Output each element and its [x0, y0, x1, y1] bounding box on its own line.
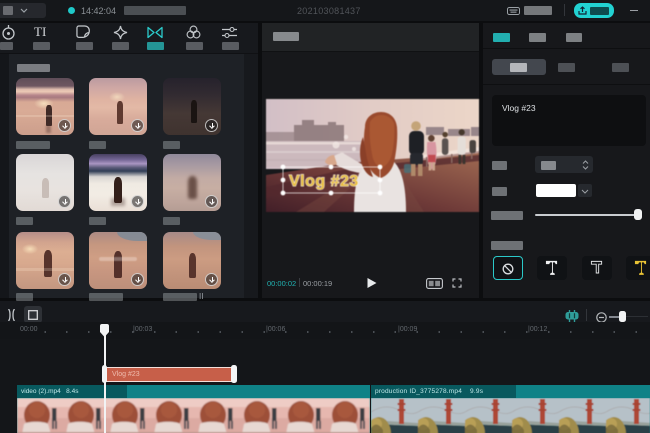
svg-text:Vlog #23: Vlog #23: [289, 173, 359, 190]
